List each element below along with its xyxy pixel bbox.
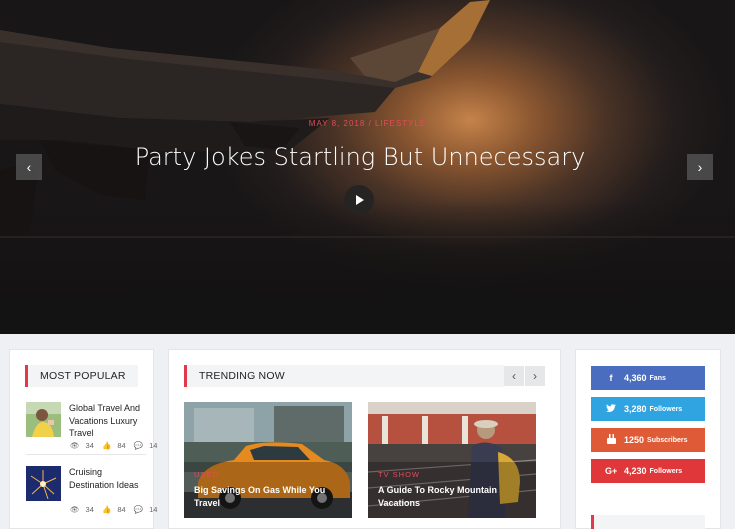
slider-prev-button[interactable]: ‹ — [16, 154, 42, 180]
twitter-button[interactable]: 3,280 Followers — [591, 397, 705, 421]
trending-category[interactable]: TV SHOW — [378, 470, 420, 479]
google-plus-count: 4,230 — [624, 466, 647, 476]
likes-count: 84 — [117, 505, 126, 514]
trending-prev-button[interactable]: ‹ — [504, 366, 524, 386]
google-plus-icon: G+ — [605, 466, 618, 476]
trending-title[interactable]: Big Savings On Gas While You Travel — [194, 484, 344, 510]
next-widget-heading — [591, 515, 705, 529]
comments-count: 14 — [149, 441, 158, 450]
trending-heading: TRENDING NOW — [184, 365, 504, 387]
social-counter-widget: f 4,360 Fans 3,280 Followers 1250 Subscr… — [575, 349, 721, 529]
youtube-icon — [605, 434, 617, 446]
trending-category[interactable]: USED — [194, 470, 219, 479]
popular-item-thumbnail — [26, 402, 61, 437]
trending-card[interactable]: TV SHOW A Guide To Rocky Mountain Vacati… — [368, 402, 536, 518]
views-icon: 👁 — [70, 441, 80, 450]
trending-next-button[interactable]: › — [525, 366, 545, 386]
facebook-button[interactable]: f 4,360 Fans — [591, 366, 705, 390]
chevron-left-icon: ‹ — [26, 159, 32, 175]
twitter-count: 3,280 — [624, 404, 647, 414]
like-icon: 👍 — [101, 505, 112, 514]
comments-icon: 💬 — [133, 505, 144, 514]
play-button[interactable] — [344, 185, 374, 215]
facebook-icon: f — [609, 373, 613, 383]
hero-meta: MAY 8, 2018 / LIFESTYLE — [308, 119, 427, 128]
most-popular-heading: MOST POPULAR — [25, 365, 138, 387]
most-popular-widget: MOST POPULAR Global Travel And Vacations… — [9, 349, 157, 529]
chevron-right-icon: › — [697, 159, 703, 175]
hero-slider: MAY 8, 2018 / LIFESTYLE Party Jokes Star… — [0, 0, 735, 334]
popular-item-title[interactable]: Global Travel And Vacations Luxury Trave… — [69, 402, 149, 440]
hero-title[interactable]: Party Jokes Startling But Unnecessary — [0, 143, 720, 171]
play-icon — [356, 195, 364, 205]
popular-item-title[interactable]: Cruising Destination Ideas — [69, 466, 149, 491]
popular-item-stats: 👁 34 👍 84 💬 14 — [70, 441, 163, 450]
comments-count: 14 — [149, 505, 158, 514]
popular-item-stats: 👁 34 👍 84 💬 14 — [70, 505, 163, 514]
likes-count: 84 — [117, 441, 126, 450]
google-plus-button[interactable]: G+ 4,230 Followers — [591, 459, 705, 483]
trending-now-widget: TRENDING NOW ‹ › USED Big Savings On Gas… — [168, 349, 561, 529]
twitter-label: Followers — [649, 405, 683, 413]
youtube-button[interactable]: 1250 Subscribers — [591, 428, 705, 452]
facebook-label: Fans — [649, 374, 666, 382]
views-count: 34 — [85, 505, 94, 514]
comments-icon: 💬 — [133, 441, 144, 450]
google-plus-label: Followers — [649, 467, 683, 475]
chevron-right-icon: › — [533, 369, 537, 383]
divider — [26, 454, 146, 455]
youtube-count: 1250 — [624, 435, 645, 445]
like-icon: 👍 — [101, 441, 112, 450]
chevron-left-icon: ‹ — [512, 369, 516, 383]
popular-item-thumbnail — [26, 466, 61, 501]
trending-card[interactable]: USED Big Savings On Gas While You Travel — [184, 402, 352, 518]
facebook-count: 4,360 — [624, 373, 647, 383]
youtube-label: Subscribers — [647, 436, 688, 444]
slider-next-button[interactable]: › — [687, 154, 713, 180]
views-count: 34 — [85, 441, 94, 450]
twitter-icon — [605, 403, 617, 415]
trending-title[interactable]: A Guide To Rocky Mountain Vacations — [378, 484, 528, 510]
views-icon: 👁 — [70, 505, 80, 514]
